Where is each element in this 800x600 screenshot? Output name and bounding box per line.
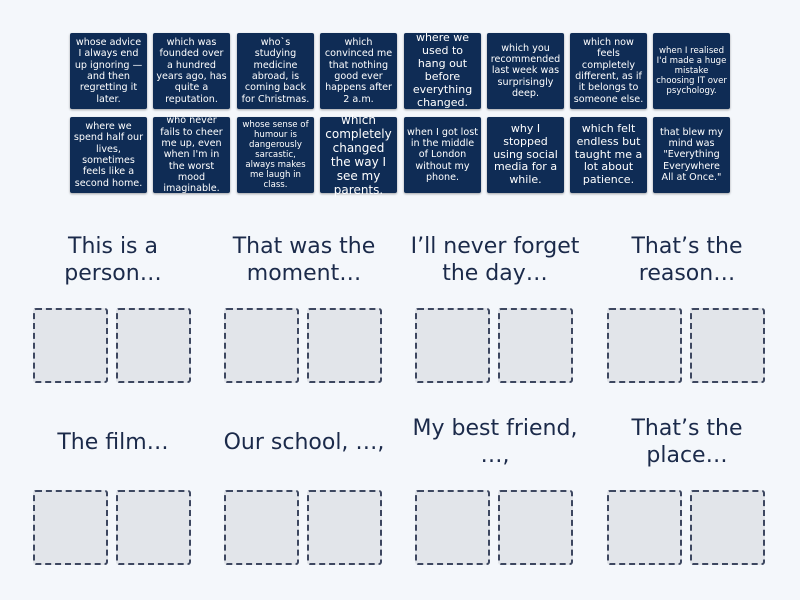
answer-tile[interactable]: which completely changed the way I see m… [320,113,397,197]
drop-slot[interactable] [224,490,299,565]
answer-tile[interactable]: when I realised I'd made a huge mistake … [653,33,730,109]
answer-tile[interactable]: who never fails to cheer me up, even whe… [153,115,230,195]
tile-text: which was founded over a hundred years a… [156,37,227,105]
answer-tile[interactable]: which you recommended last week was surp… [487,33,564,109]
group-title: Our school, …, [223,430,385,455]
tile-text: which you recommended last week was surp… [490,42,561,99]
tile-text: when I got lost in the middle of London … [407,126,478,183]
group-title: The film… [57,430,169,455]
drop-slot[interactable] [690,308,765,383]
drop-slot[interactable] [690,490,765,565]
answer-tile[interactable]: that blew my mind was "Everything Everyw… [653,117,730,193]
drop-slot[interactable] [224,308,299,383]
answer-tile[interactable]: which convinced me that nothing good eve… [320,33,397,109]
answer-tile[interactable]: where we spend half our lives, sometimes… [70,117,147,193]
drop-slot[interactable] [33,308,108,383]
drop-slot[interactable] [33,490,108,565]
drop-slot[interactable] [307,490,382,565]
answer-tile[interactable]: when I got lost in the middle of London … [404,117,481,193]
tile-text: which now feels completely different, as… [573,37,644,105]
tile-text: that blew my mind was "Everything Everyw… [659,126,724,183]
group-title: I’ll never forget the day… [410,234,580,286]
tile-text: which completely changed the way I see m… [325,112,392,198]
drop-slot[interactable] [498,308,573,383]
drop-slot[interactable] [607,490,682,565]
tile-bank: whose advice I always end up ignoring — … [70,31,730,197]
drop-slot[interactable] [498,490,573,565]
tile-text: why I stopped using social media for a w… [493,121,558,187]
drop-slot[interactable] [607,308,682,383]
answer-tile[interactable]: which was founded over a hundred years a… [153,33,230,109]
drop-slot[interactable] [116,308,191,383]
tile-text: which convinced me that nothing good eve… [324,37,393,105]
tile-text: whose sense of humour is dangerously sar… [242,119,309,191]
group-title: That was the moment… [232,234,376,286]
group-title: That’s the place… [631,416,743,468]
answer-tile[interactable]: whose advice I always end up ignoring — … [70,33,147,109]
group-title: My best friend, …, [412,416,578,468]
answer-tile[interactable]: which felt endless but taught me a lot a… [570,117,647,193]
answer-tile[interactable]: why I stopped using social media for a w… [487,117,564,193]
answer-tile[interactable]: who`s studying medicine abroad, is comin… [237,33,314,109]
group-title: That’s the reason… [631,234,743,286]
answer-tile[interactable]: whose sense of humour is dangerously sar… [237,117,314,193]
tile-text: who never fails to cheer me up, even whe… [160,115,223,195]
tile-text: whose advice I always end up ignoring — … [74,37,143,105]
tile-text: where we spend half our lives, sometimes… [73,121,144,189]
drop-slot[interactable] [307,308,382,383]
tile-text: who`s studying medicine abroad, is comin… [241,37,310,105]
group-title: This is a person… [64,234,162,286]
drop-slot[interactable] [415,490,490,565]
tile-text: when I realised I'd made a huge mistake … [656,45,727,97]
drop-slot[interactable] [415,308,490,383]
tile-text: where we used to hang out before everyth… [412,31,473,109]
tile-text: which felt endless but taught me a lot a… [574,121,643,187]
drop-slot[interactable] [116,490,191,565]
answer-tile[interactable]: which now feels completely different, as… [570,33,647,109]
answer-tile[interactable]: where we used to hang out before everyth… [404,31,481,109]
